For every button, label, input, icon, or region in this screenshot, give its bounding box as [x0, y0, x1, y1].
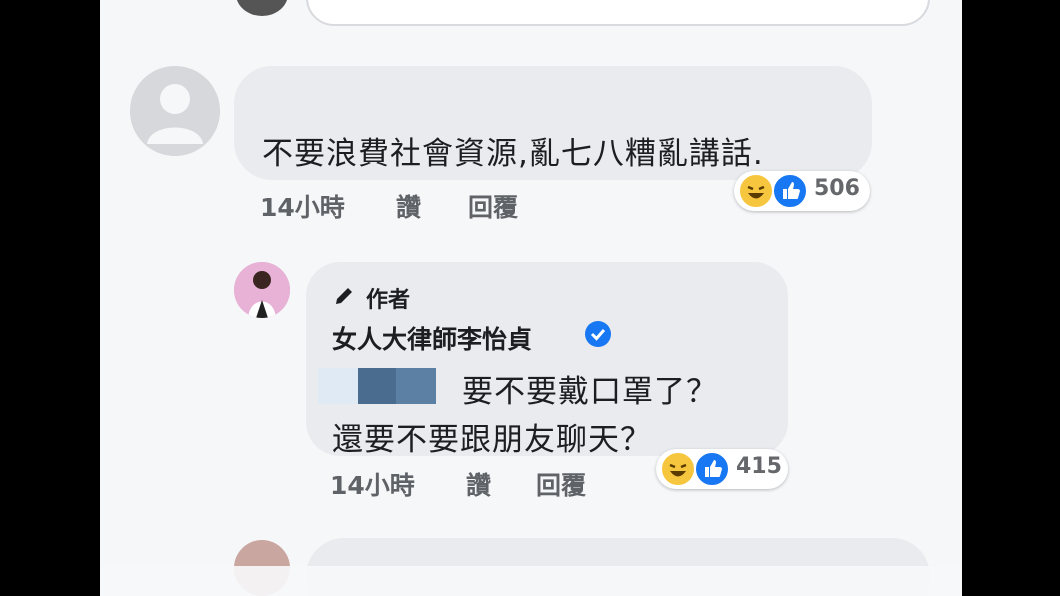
comment-time[interactable]: 14小時 — [260, 188, 345, 224]
comment-time[interactable]: 14小時 — [330, 466, 415, 502]
comment-bubble: 不要浪費社會資源,亂七八糟亂講話. — [234, 66, 872, 180]
comment-thread: 不要浪費社會資源,亂七八糟亂講話. 14小時 讚 回覆 506 作者 女人大律師… — [100, 0, 962, 596]
comment-text: 不要浪費社會資源,亂七八糟亂講話. — [262, 136, 764, 172]
author-badge: 作者 — [366, 288, 411, 313]
redacted-mention — [318, 368, 436, 404]
like-link[interactable]: 讚 — [396, 188, 421, 224]
haha-reaction-icon — [660, 451, 696, 487]
reply-input-box[interactable] — [306, 0, 930, 26]
pencil-icon — [332, 284, 356, 312]
haha-reaction-icon — [738, 173, 774, 209]
author-reply-bubble: 作者 女人大律師李怡貞 要不要戴口罩了？ 還要不要跟朋友聊天？ — [306, 262, 788, 458]
commenter-avatar[interactable] — [130, 66, 220, 156]
top-avatar — [236, 0, 288, 16]
verified-badge-icon — [584, 320, 612, 352]
reaction-count: 415 — [736, 454, 782, 479]
reaction-summary[interactable]: 506 — [734, 171, 870, 211]
reaction-summary[interactable]: 415 — [656, 449, 788, 489]
reply-link[interactable]: 回覆 — [468, 188, 518, 224]
like-reaction-icon — [772, 173, 808, 209]
default-profile-icon — [130, 66, 220, 156]
reaction-count: 506 — [814, 176, 860, 201]
comment-text-line2: 還要不要跟朋友聊天？ — [332, 422, 652, 458]
bottom-fade — [100, 566, 962, 596]
like-link[interactable]: 讚 — [466, 466, 491, 502]
author-avatar[interactable] — [234, 262, 290, 318]
like-reaction-icon — [694, 451, 730, 487]
author-profile-photo — [234, 262, 290, 318]
comment-text-line1: 要不要戴口罩了？ — [462, 374, 718, 410]
comment-author[interactable]: 女人大律師李怡貞 — [332, 320, 532, 356]
reply-link[interactable]: 回覆 — [536, 466, 586, 502]
